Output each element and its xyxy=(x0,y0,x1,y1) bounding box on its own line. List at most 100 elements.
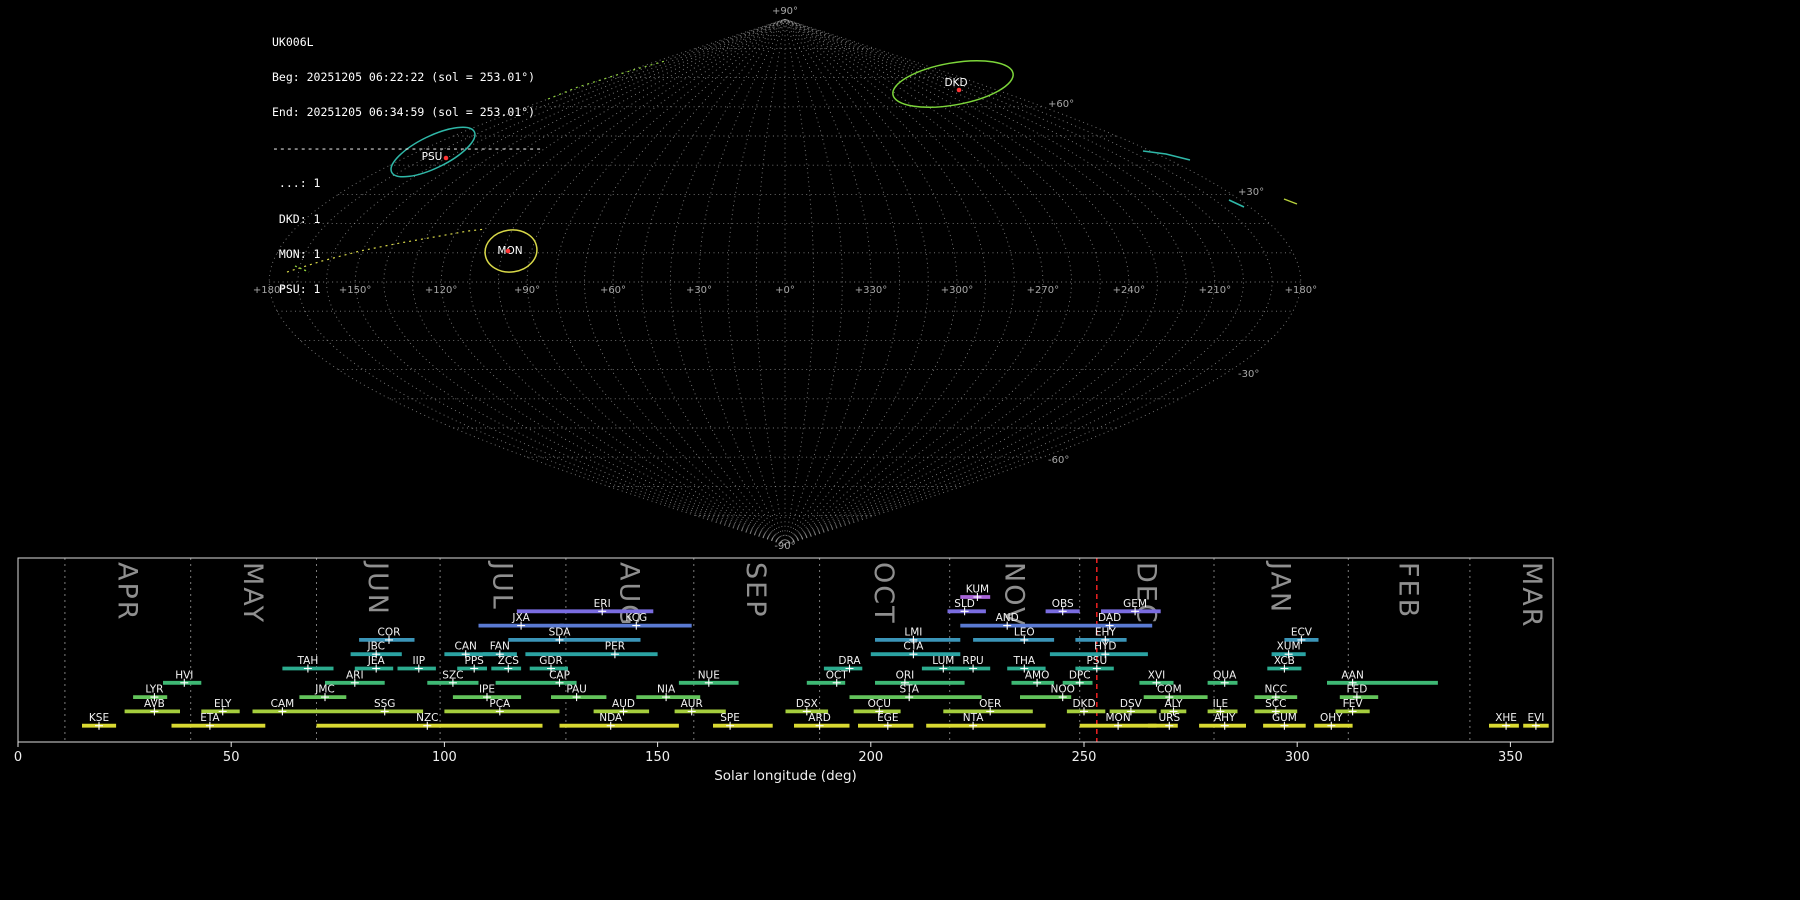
drift-arc-right-upper xyxy=(1142,150,1191,161)
shower-label-GUM: GUM xyxy=(1272,712,1297,724)
lat-axis-label: +90° xyxy=(772,6,798,17)
shower-label-MON: MON xyxy=(1106,712,1131,724)
shower-label-ECV: ECV xyxy=(1291,626,1313,638)
grid-meridian xyxy=(755,19,786,545)
shower-label-EGE: EGE xyxy=(877,712,898,724)
shower-label-LYR: LYR xyxy=(145,684,163,696)
end-time: End: 20251205 06:34:59 (sol = 253.01°) xyxy=(272,105,536,120)
shower-label-AUR: AUR xyxy=(681,698,703,710)
lat-axis-label: -60° xyxy=(1048,455,1069,466)
lon-axis-label: +330° xyxy=(855,285,887,296)
shower-label-RPU: RPU xyxy=(962,655,983,667)
shower-label-ALY: ALY xyxy=(1164,698,1183,710)
shower-label-OHY: OHY xyxy=(1320,712,1343,724)
x-tick-label: 300 xyxy=(1285,750,1310,765)
shower-label-AHY: AHY xyxy=(1214,712,1236,724)
month-label-apr: APR xyxy=(112,562,143,622)
shower-label-AVB: AVB xyxy=(144,698,165,710)
shower-label-NTA: NTA xyxy=(963,712,984,724)
drift-arc-top-left xyxy=(547,60,666,100)
shower-label-DPC: DPC xyxy=(1069,669,1091,681)
shower-label-OCU: OCU xyxy=(868,698,891,710)
drift-arc-right-lower xyxy=(1228,199,1245,208)
x-axis-title: Solar longitude (deg) xyxy=(714,768,857,784)
shower-label-DSX: DSX xyxy=(796,698,818,710)
lon-axis-label: +0° xyxy=(775,285,795,296)
radiant-dot-DKD xyxy=(956,87,962,93)
shower-label-NZC: NZC xyxy=(416,712,438,724)
begin-time: Beg: 20251205 06:22:22 (sol = 253.01°) xyxy=(272,69,536,84)
shower-label-LMI: LMI xyxy=(904,626,922,638)
x-tick-label: 350 xyxy=(1498,750,1523,765)
month-label-oct: OCT xyxy=(868,562,899,625)
lat-axis-label: +60° xyxy=(1048,99,1074,110)
shower-label-JMC: JMC xyxy=(314,684,335,696)
shower-label-DKD: DKD xyxy=(1072,698,1095,710)
shower-label-NOO: NOO xyxy=(1051,684,1075,696)
shower-label-SCC: SCC xyxy=(1265,698,1286,710)
shower-label-DRA: DRA xyxy=(838,655,861,667)
shower-label-PAU: PAU xyxy=(566,684,587,696)
month-label-mar: MAR xyxy=(1516,562,1547,629)
drift-dash-right-edge xyxy=(1283,198,1298,205)
shower-label-OCT: OCT xyxy=(826,669,849,681)
shower-label-SSG: SSG xyxy=(374,698,395,710)
lon-axis-label: +240° xyxy=(1113,285,1145,296)
shower-label-ARD: ARD xyxy=(808,712,831,724)
shower-label-PER: PER xyxy=(605,641,625,653)
shower-label-XVI: XVI xyxy=(1148,669,1165,681)
shower-label-KCG: KCG xyxy=(625,612,647,624)
grid-meridian xyxy=(641,18,786,546)
observation-info-panel: UK006L Beg: 20251205 06:22:22 (sol = 253… xyxy=(272,13,542,320)
radiant-label-DKD: DKD xyxy=(944,77,967,89)
x-tick-label: 100 xyxy=(432,750,457,765)
shower-label-EVI: EVI xyxy=(1527,712,1544,724)
month-label-feb: FEB xyxy=(1392,562,1423,619)
separator-line: --------------------------------------- xyxy=(272,140,543,155)
x-tick-label: 250 xyxy=(1072,750,1097,765)
grid-meridian xyxy=(784,18,1216,546)
shower-label-PCA: PCA xyxy=(489,698,511,710)
shower-label-FED: FED xyxy=(1347,684,1368,696)
shower-label-ELY: ELY xyxy=(214,698,232,710)
shower-label-SLD: SLD xyxy=(954,598,975,610)
lat-axis-label: +30° xyxy=(1238,187,1264,198)
month-label-sep: SEP xyxy=(740,562,771,618)
month-label-jul: JUL xyxy=(487,560,518,611)
shower-label-JBC: JBC xyxy=(366,641,384,653)
lon-axis-label: +270° xyxy=(1027,285,1059,296)
shower-label-CAN: CAN xyxy=(455,641,477,653)
shower-label-PSU: PSU xyxy=(1086,655,1107,667)
lon-axis-label: +300° xyxy=(941,285,973,296)
grid-meridian xyxy=(784,18,1273,546)
grid-meridian xyxy=(583,18,786,546)
shower-label-NUE: NUE xyxy=(698,669,720,681)
shower-label-HYD: HYD xyxy=(1094,641,1116,653)
shower-label-CTA: CTA xyxy=(903,641,924,653)
shower-label-LEO: LEO xyxy=(1014,626,1035,638)
month-label-may: MAY xyxy=(237,562,268,624)
shower-label-DAD: DAD xyxy=(1098,612,1121,624)
lon-axis-label: +60° xyxy=(600,285,626,296)
shower-label-CAM: CAM xyxy=(271,698,295,710)
shower-label-SPE: SPE xyxy=(720,712,740,724)
shower-label-EHY: EHY xyxy=(1095,626,1117,638)
shower-label-ETA: ETA xyxy=(200,712,220,724)
shower-label-THA: THA xyxy=(1013,655,1036,667)
shower-label-CAP: CAP xyxy=(549,669,570,681)
shower-label-OBS: OBS xyxy=(1052,598,1074,610)
shower-label-ILE: ILE xyxy=(1213,698,1229,710)
shower-label-IPE: IPE xyxy=(479,684,495,696)
month-label-jun: JUN xyxy=(362,560,393,616)
shower-label-IIP: IIP xyxy=(413,655,426,667)
shower-label-ERI: ERI xyxy=(594,598,611,610)
app-screen: +180° +150° +120° +90° +60° +30° +0° +330° +300°… xyxy=(0,0,1800,900)
shower-label-XHE: XHE xyxy=(1495,712,1517,724)
shower-label-NCC: NCC xyxy=(1265,684,1288,696)
shower-label-XUM: XUM xyxy=(1277,641,1301,653)
shower-label-AMO: AMO xyxy=(1025,669,1050,681)
lat-axis-label: -90° xyxy=(774,541,795,550)
shower-label-SZC: SZC xyxy=(442,669,463,681)
grid-meridian xyxy=(784,18,1044,546)
shower-label-AAN: AAN xyxy=(1341,669,1364,681)
